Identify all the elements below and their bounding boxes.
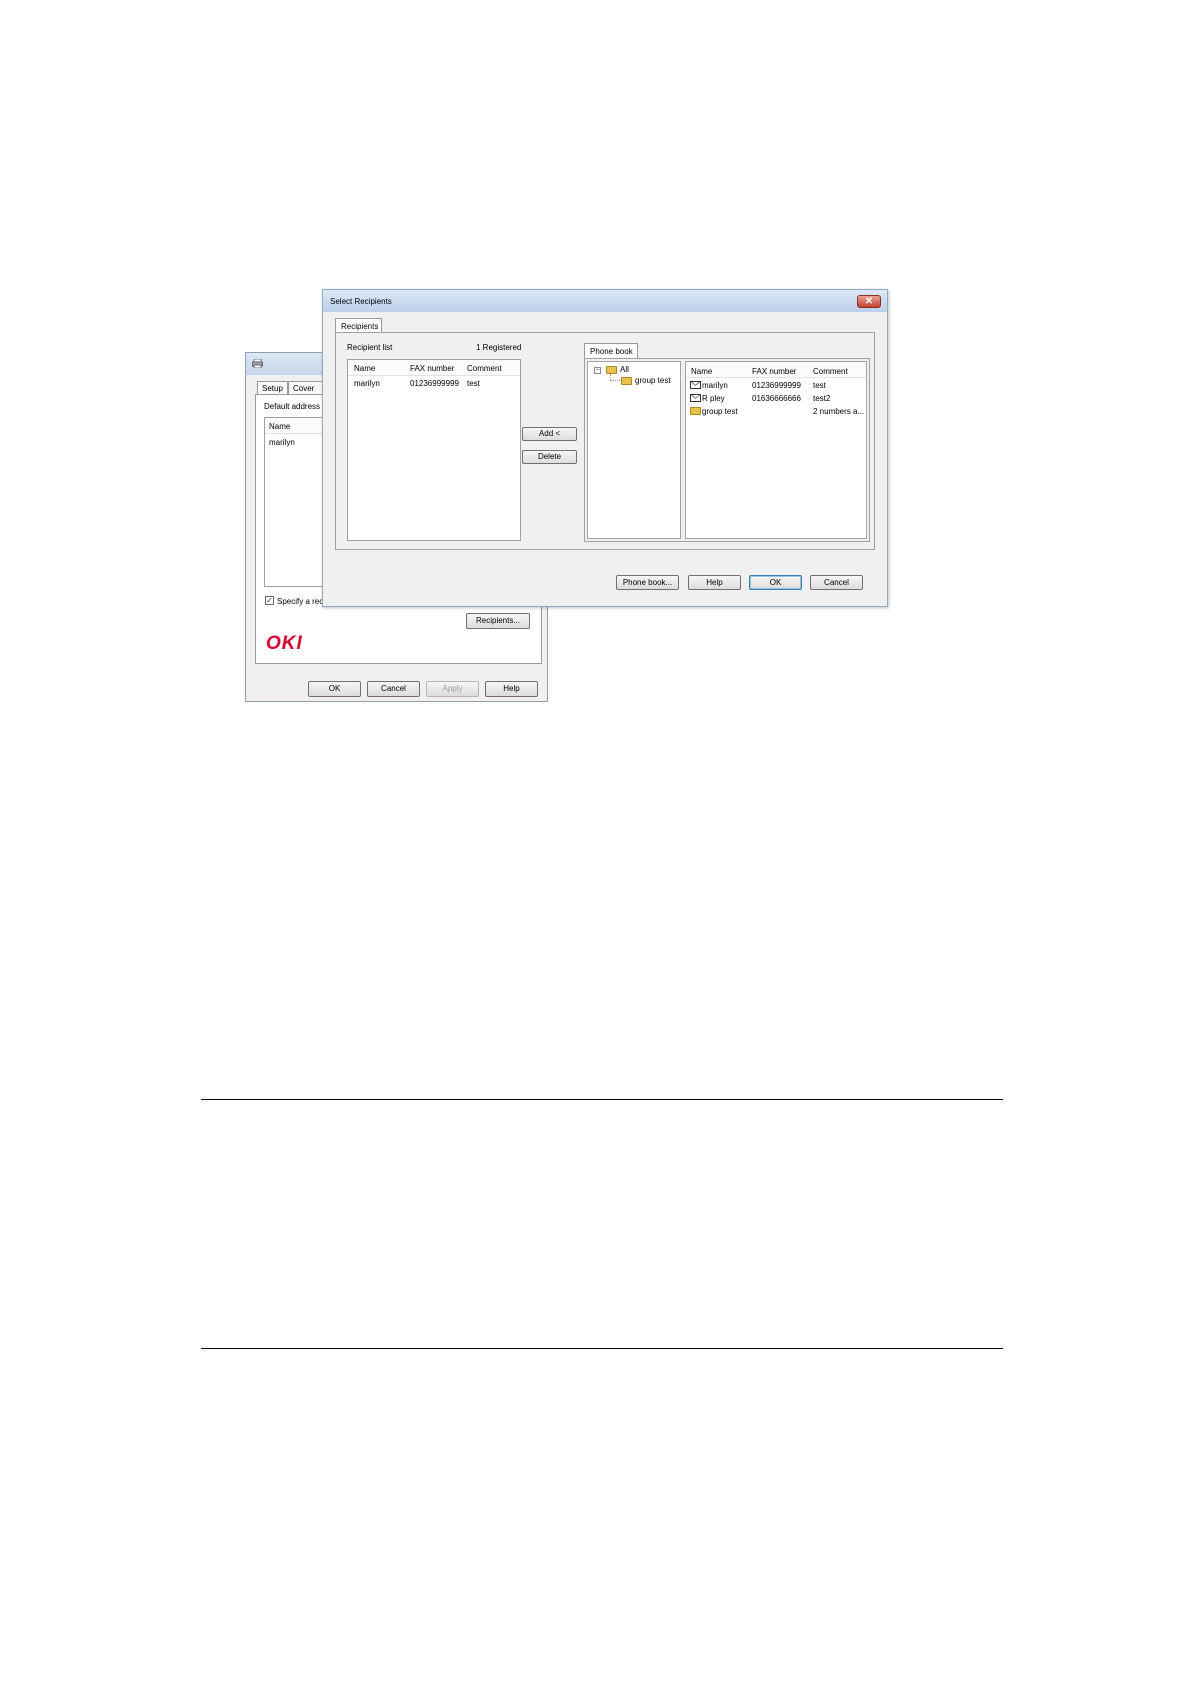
table-row[interactable]: R pley 01636666666 test2 — [686, 392, 866, 405]
column-name[interactable]: Name — [269, 422, 290, 431]
specify-recipient-checkbox[interactable]: ✓ — [265, 596, 274, 605]
registered-count: 1 Registered — [476, 343, 522, 352]
recipient-name: marilyn — [354, 379, 380, 388]
close-button[interactable]: ✕ — [857, 295, 881, 308]
folder-icon — [621, 377, 632, 385]
title-bar: Select Recipients ✕ — [323, 290, 887, 312]
ok-button[interactable]: OK — [308, 681, 361, 697]
printer-icon — [252, 359, 263, 368]
phone-book-list-header: Name FAX number Comment — [686, 362, 866, 378]
table-row[interactable]: marilyn 01236999999 test — [686, 379, 866, 392]
collapse-icon[interactable]: − — [594, 367, 601, 374]
tab-setup[interactable]: Setup — [257, 381, 288, 395]
tab-recipients-label: Recipients — [341, 322, 379, 331]
help-button[interactable]: Help — [688, 575, 741, 590]
folder-icon — [690, 407, 701, 415]
tab-recipients[interactable]: Recipients — [335, 318, 382, 332]
table-row[interactable]: group test 2 numbers a... — [686, 405, 866, 418]
recipient-comment: test — [467, 379, 480, 388]
contact-fax: 01236999999 — [752, 381, 801, 390]
tab-phone-book-label: Phone book — [590, 347, 633, 356]
contact-comment: test2 — [813, 394, 831, 403]
tree-connector — [610, 380, 620, 382]
help-button[interactable]: Help — [485, 681, 538, 697]
recipients-tab-page: Recipient list 1 Registered Name FAX num… — [335, 332, 875, 550]
contact-name: marilyn — [702, 381, 728, 390]
contact-comment: 2 numbers a... — [813, 407, 865, 416]
oki-logo: OKI — [266, 633, 303, 654]
recipient-list-header: Name FAX number Comment — [348, 360, 520, 376]
dialog-title: Select Recipients — [330, 297, 392, 306]
group-tree[interactable]: − All group test — [587, 361, 681, 539]
delete-button[interactable]: Delete — [522, 450, 577, 464]
column-name[interactable]: Name — [691, 367, 712, 376]
tab-phone-book[interactable]: Phone book — [584, 343, 638, 358]
contact-comment: test — [813, 381, 826, 390]
recipient-list[interactable]: Name FAX number Comment marilyn 01236999… — [347, 359, 521, 541]
contact-name: R pley — [702, 394, 725, 403]
horizontal-rule — [201, 1348, 1003, 1349]
cancel-button[interactable]: Cancel — [367, 681, 420, 697]
envelope-icon — [690, 394, 701, 402]
envelope-icon — [690, 381, 701, 389]
contact-fax: 01636666666 — [752, 394, 801, 403]
ok-button[interactable]: OK — [749, 575, 802, 590]
contact-name: group test — [702, 407, 738, 416]
recipient-fax: 01236999999 — [410, 379, 459, 388]
column-fax-number[interactable]: FAX number — [752, 367, 796, 376]
tab-cover-sheet[interactable]: Cover Sh — [288, 381, 324, 395]
phone-book-list[interactable]: Name FAX number Comment marilyn 01236999… — [685, 361, 867, 539]
add-button[interactable]: Add < — [522, 427, 577, 441]
apply-button[interactable]: Apply — [426, 681, 479, 697]
recipients-button[interactable]: Recipients... — [466, 613, 530, 629]
list-item[interactable]: marilyn — [269, 438, 295, 447]
phone-book-panel: − All group test Name FAX number Comment… — [584, 358, 870, 542]
horizontal-rule — [201, 1099, 1003, 1100]
tree-item-all[interactable]: All — [620, 365, 629, 374]
tree-item-group-test[interactable]: group test — [635, 376, 671, 385]
folder-icon — [606, 366, 617, 374]
column-comment[interactable]: Comment — [813, 367, 848, 376]
table-row[interactable]: marilyn 01236999999 test — [348, 377, 520, 390]
column-fax-number[interactable]: FAX number — [410, 364, 454, 373]
phone-book-button[interactable]: Phone book... — [616, 575, 679, 590]
cancel-button[interactable]: Cancel — [810, 575, 863, 590]
select-recipients-dialog: Select Recipients ✕ Recipients Recipient… — [322, 289, 888, 607]
column-comment[interactable]: Comment — [467, 364, 502, 373]
default-address-label: Default address l — [264, 402, 325, 411]
column-name[interactable]: Name — [354, 364, 375, 373]
recipient-list-label: Recipient list — [347, 343, 393, 352]
